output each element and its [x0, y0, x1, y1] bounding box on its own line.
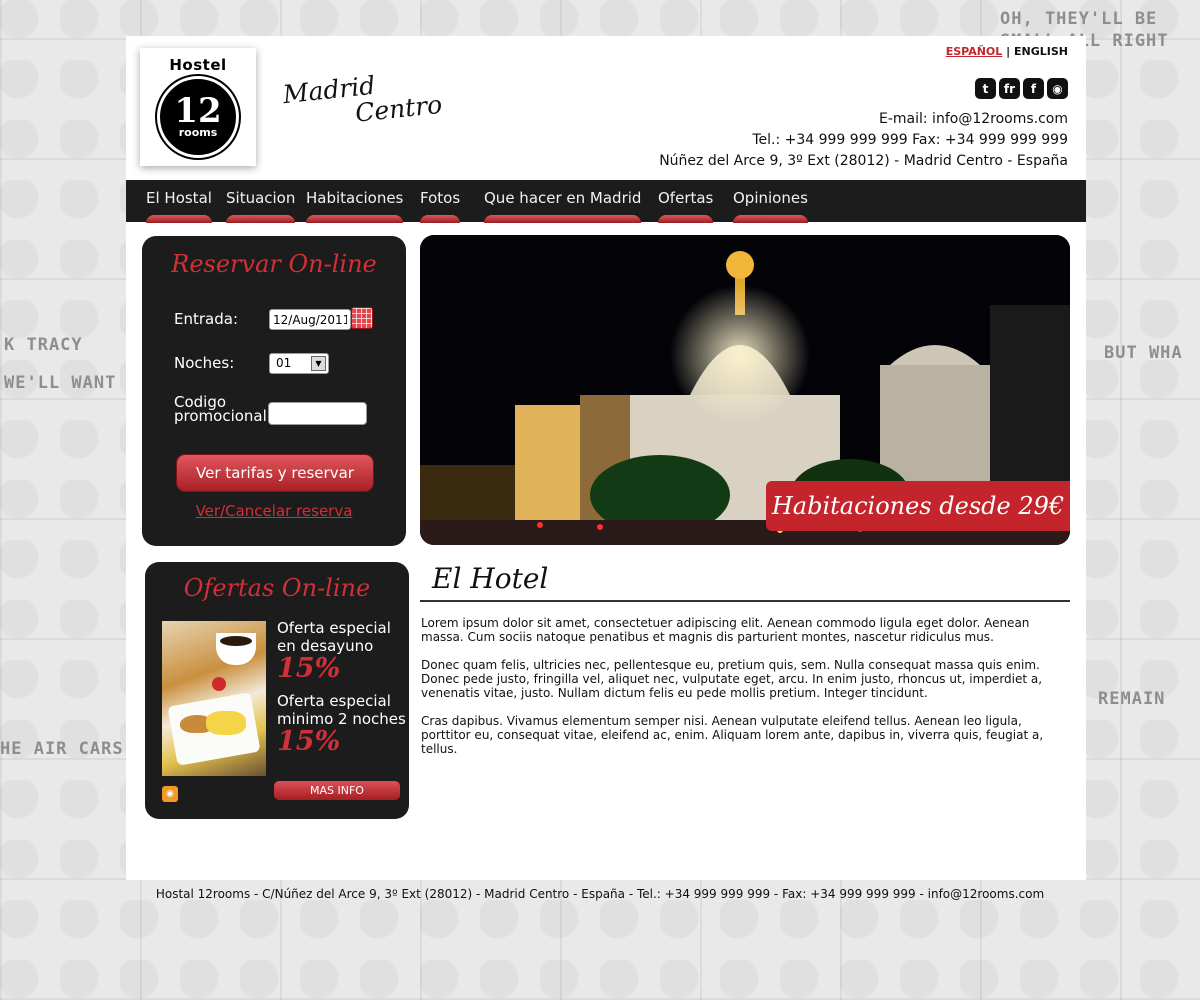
nav-item-habitaciones[interactable]: Habitaciones [306, 189, 404, 223]
offer-two-nights-discount: 15% [277, 726, 341, 757]
contact-phones: Tel.: +34 999 999 999 Fax: +34 999 999 9… [752, 132, 1068, 148]
footer-text: Hostal 12rooms - C/Núñez del Arce 9, 3º … [155, 887, 1045, 901]
content-paragraph: Lorem ipsum dolor sit amet, consectetuer… [421, 616, 1030, 644]
tagline: Madrid Centro [282, 66, 444, 134]
cancel-booking-link[interactable]: Ver/Cancelar reserva [142, 502, 406, 520]
logo-number: 12 [174, 91, 222, 131]
twitter-icon[interactable]: t [975, 78, 996, 99]
promo-label-line2: promocional: [174, 407, 272, 425]
lang-es-link[interactable]: ESPAÑOL [946, 45, 1003, 58]
nights-label: Noches: [174, 354, 235, 372]
logo-rooms: rooms [178, 126, 218, 139]
offer-two-nights-line1[interactable]: Oferta especial [277, 693, 391, 710]
lang-separator: | [1006, 45, 1011, 58]
promo-code-input[interactable] [268, 402, 367, 425]
nav-item-ofertas[interactable]: Ofertas [658, 189, 714, 223]
checkin-date-input[interactable] [269, 309, 351, 330]
nav-item-fotos[interactable]: Fotos [420, 189, 461, 223]
language-switcher: ESPAÑOL | ENGLISH [946, 45, 1068, 58]
nights-select[interactable]: 01 ▼ [269, 353, 329, 374]
social-links: t fr f ◉ [975, 72, 1068, 99]
content-paragraph: Donec quam felis, ultricies nec, pellent… [421, 658, 1043, 700]
contact-email: E-mail: info@12rooms.com [879, 111, 1068, 127]
price-banner[interactable]: Habitaciones desde 29€ [766, 481, 1070, 531]
offers-title: Ofertas On-line [183, 574, 371, 602]
nav-item-el-hostal[interactable]: El Hostal [146, 189, 212, 223]
contact-info: E-mail: info@12rooms.com Tel.: +34 999 9… [659, 109, 1068, 172]
page-container: Hostel 12 rooms Madrid Centro ESPAÑOL | … [126, 36, 1086, 880]
breakfast-photo [162, 621, 266, 776]
offers-widget: Ofertas On-line Oferta especial en desay… [145, 562, 409, 819]
logo-badge: 12 rooms [155, 74, 241, 160]
comic-text: WE'LL WANT [4, 373, 117, 393]
nights-value: 01 [276, 356, 292, 370]
booking-title: Reservar On-line [171, 250, 377, 278]
rss-icon[interactable]: ◉ [162, 786, 178, 802]
logo-word: Hostel [169, 56, 227, 74]
rss-icon[interactable]: ◉ [1047, 78, 1068, 99]
friendfeed-icon[interactable]: fr [999, 78, 1020, 99]
comic-text: REMAIN [1098, 689, 1166, 709]
nav-item-situacion[interactable]: Situacion [226, 189, 296, 223]
chevron-down-icon[interactable]: ▼ [311, 356, 326, 371]
content-paragraph: Cras dapibus. Vivamus elementum semper n… [421, 714, 1044, 756]
checkin-label: Entrada: [174, 310, 238, 328]
booking-widget: Reservar On-line Entrada: Noches: 01 ▼ C… [142, 236, 406, 546]
comic-text: K TRACY [4, 335, 83, 355]
facebook-icon[interactable]: f [1023, 78, 1044, 99]
coffee-cup [216, 633, 256, 665]
offer-breakfast-discount: 15% [277, 653, 341, 684]
comic-text: OH, THEY'LL BE [1000, 9, 1158, 29]
hero-image: Habitaciones desde 29€ [420, 235, 1070, 545]
hostel-logo[interactable]: Hostel 12 rooms [140, 48, 256, 166]
strawberry [212, 677, 226, 691]
offer-breakfast-line1[interactable]: Oferta especial [277, 620, 391, 637]
nav-item-que-hacer[interactable]: Que hacer en Madrid [484, 189, 642, 223]
contact-address: Núñez del Arce 9, 3º Ext (28012) - Madri… [659, 153, 1068, 169]
main-nav: El Hostal Situacion Habitaciones Fotos Q… [126, 180, 1086, 223]
check-rates-button[interactable]: Ver tarifas y reservar [176, 454, 374, 492]
comic-text: HE AIR CARS [0, 739, 124, 759]
title-divider [420, 600, 1070, 602]
nav-item-opiniones[interactable]: Opiniones [733, 189, 808, 223]
calendar-icon[interactable] [351, 307, 373, 329]
lang-en-link[interactable]: ENGLISH [1014, 45, 1068, 58]
comic-text: BUT WHA [1104, 343, 1183, 363]
more-info-button[interactable]: MAS INFO [274, 781, 400, 800]
scrambled-eggs [206, 711, 246, 735]
page-title: El Hotel [432, 562, 549, 595]
